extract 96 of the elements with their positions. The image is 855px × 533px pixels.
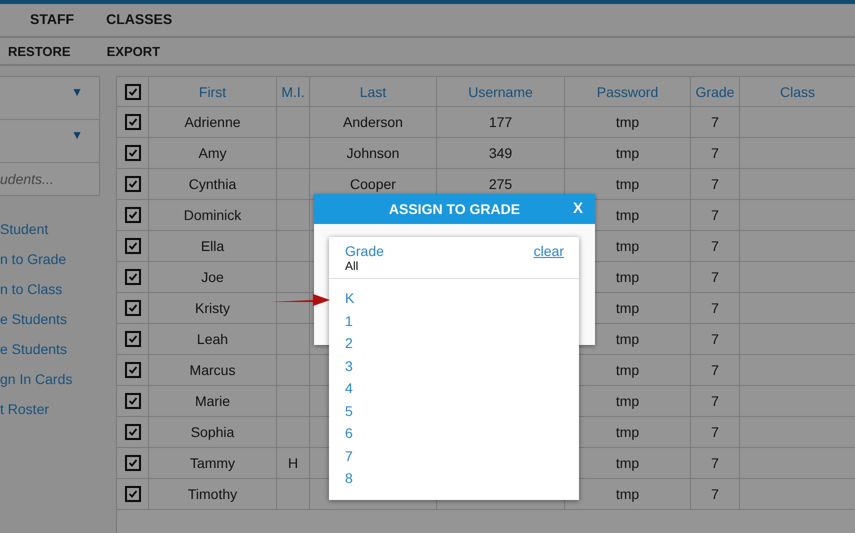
checkmark-icon — [128, 396, 138, 406]
table-cell: Leah — [149, 324, 277, 355]
checkmark-icon — [128, 427, 138, 437]
checkbox[interactable] — [124, 300, 140, 316]
table-cell: Sophia — [149, 417, 277, 448]
table-cell: 7 — [691, 107, 740, 138]
checkmark-icon — [128, 334, 138, 344]
close-button[interactable]: X — [572, 200, 583, 217]
toolbar-button[interactable]: RESTORE — [8, 44, 71, 58]
table-cell: 7 — [691, 324, 740, 355]
dropdown-arrow-icon: ▼ — [71, 85, 83, 119]
checkmark-icon — [128, 179, 138, 189]
checkmark-icon — [128, 365, 138, 375]
table-cell: tmp — [565, 107, 691, 138]
table-cell: Marie — [149, 386, 277, 417]
checkbox[interactable] — [124, 207, 140, 223]
tab[interactable]: CLASSES — [106, 4, 172, 36]
checkmark-icon — [128, 117, 138, 127]
table-cell: 7 — [691, 231, 740, 262]
table-cell — [277, 138, 310, 169]
checkmark-icon — [128, 86, 138, 96]
tab[interactable]: STAFF — [30, 4, 74, 36]
checkbox[interactable] — [124, 424, 140, 440]
table-cell: Adrienne — [149, 107, 277, 138]
checkmark-icon — [128, 148, 138, 158]
checkbox[interactable] — [124, 486, 140, 502]
sidebar-link[interactable]: e Students — [0, 308, 100, 331]
table-cell: Dominick — [149, 200, 277, 231]
search-field[interactable]: udents... — [0, 162, 100, 196]
sidebar-link[interactable]: Student — [0, 218, 100, 241]
table-cell: Marcus — [149, 355, 277, 386]
table-cell — [277, 262, 310, 293]
checkbox[interactable] — [124, 84, 140, 100]
table-cell: 7 — [691, 200, 740, 231]
table-cell: 7 — [691, 479, 740, 510]
table-cell: Ella — [149, 231, 277, 262]
sidebar-link[interactable]: t Roster — [0, 398, 100, 421]
checkbox[interactable] — [124, 331, 140, 347]
checkmark-icon — [128, 241, 138, 251]
table-cell: 7 — [691, 262, 740, 293]
checkmark-icon — [128, 458, 138, 468]
table-cell: Tammy — [149, 448, 277, 479]
column-header[interactable]: Grade — [691, 76, 740, 107]
column-header[interactable]: Class — [740, 76, 855, 107]
table-cell: 7 — [691, 293, 740, 324]
table-cell: Johnson — [310, 138, 437, 169]
table-cell: 177 — [437, 107, 565, 138]
dropdown-arrow-icon: ▼ — [71, 128, 83, 162]
table-cell: 7 — [691, 417, 740, 448]
column-header[interactable]: Username — [437, 76, 565, 107]
table-cell: H — [277, 448, 310, 479]
table-cell: 7 — [691, 169, 740, 200]
checkbox[interactable] — [124, 145, 140, 161]
checkbox[interactable] — [124, 269, 140, 285]
dialog-title: ASSIGN TO GRADE — [388, 201, 520, 217]
table-cell: 349 — [437, 138, 565, 169]
table-cell: 7 — [691, 138, 740, 169]
column-header[interactable]: First — [149, 76, 277, 107]
table-cell: 7 — [691, 355, 740, 386]
table-cell: 7 — [691, 448, 740, 479]
field-label: Grade — [345, 243, 384, 259]
checkbox[interactable] — [124, 114, 140, 130]
checkbox[interactable] — [124, 393, 140, 409]
table-cell: Cynthia — [149, 169, 277, 200]
checkmark-icon — [128, 272, 138, 282]
filter-dropdown[interactable]: ▼ — [0, 76, 100, 120]
column-header[interactable]: Password — [565, 76, 691, 107]
checkmark-icon — [128, 489, 138, 499]
checkmark-icon — [128, 210, 138, 220]
checkbox[interactable] — [124, 362, 140, 378]
sidebar-link[interactable]: gn In Cards — [0, 368, 100, 391]
table-cell: 7 — [691, 386, 740, 417]
table-cell: Amy — [149, 138, 277, 169]
checkbox[interactable] — [124, 238, 140, 254]
toolbar-button[interactable]: EXPORT — [106, 44, 160, 58]
table-cell: Joe — [149, 262, 277, 293]
sidebar-link[interactable]: e Students — [0, 338, 100, 361]
table-cell: tmp — [565, 138, 691, 169]
filter-dropdown[interactable]: ▼ — [0, 119, 100, 163]
checkbox[interactable] — [124, 176, 140, 192]
table-cell — [277, 479, 310, 510]
checkmark-icon — [128, 303, 138, 313]
field-value: All — [345, 259, 360, 273]
table-cell: Kristy — [149, 293, 277, 324]
sidebar-link[interactable]: n to Grade — [0, 248, 100, 271]
column-header[interactable]: Last — [310, 76, 437, 107]
table-cell — [277, 231, 310, 262]
table-cell — [277, 107, 310, 138]
clear-link[interactable]: clear — [534, 243, 564, 259]
table-cell: Anderson — [310, 107, 437, 138]
table-cell — [277, 200, 310, 231]
table-cell — [277, 169, 310, 200]
checkbox[interactable] — [124, 455, 140, 471]
column-header[interactable]: M.I. — [277, 76, 310, 107]
table-cell: Timothy — [149, 479, 277, 510]
sidebar-link[interactable]: n to Class — [0, 278, 100, 301]
